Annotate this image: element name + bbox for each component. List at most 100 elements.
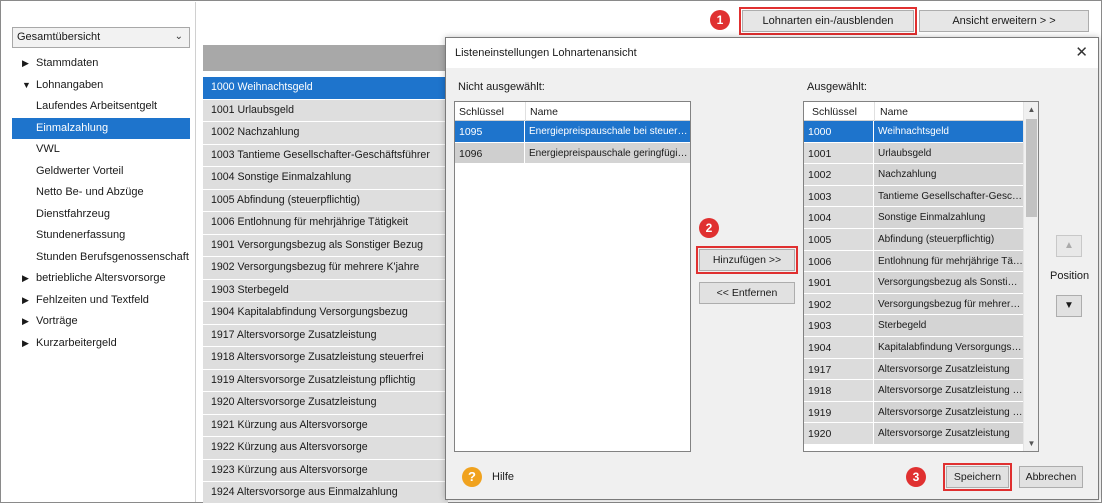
table-row[interactable]: 1903 Sterbegeld [804,315,1023,337]
list-item[interactable]: 1001 Urlaubsgeld [203,99,448,122]
help-icon[interactable]: ? [462,467,482,487]
sidebar-item[interactable]: ▶ Vorträge [12,311,190,333]
list-item[interactable]: 1919 Altersvorsorge Zusatzleistung pflic… [203,369,448,392]
table-row[interactable]: 1006 Entlohnung für mehrjährige Täti... [804,250,1023,273]
scroll-down-icon[interactable]: ▼ [1024,436,1039,451]
list-header [203,45,448,71]
expand-arrow-icon[interactable]: ▶ [22,311,29,333]
table-row[interactable]: 1920 Altersvorsorge Zusatzleistung [804,423,1023,445]
expand-arrow-icon[interactable]: ▶ [22,290,29,312]
sidebar-item[interactable]: Einmalzahlung [12,117,190,139]
move-up-button[interactable]: ▲ [1056,235,1082,257]
sidebar-item-label: Einmalzahlung [36,121,109,134]
table-row[interactable]: 1918 Altersvorsorge Zusatzleistung st... [804,380,1023,402]
list-item[interactable]: 1924 Altersvorsorge aus Einmalzahlung [203,482,448,503]
list-item[interactable]: 1920 Altersvorsorge Zusatzleistung [203,392,448,415]
sidebar-item[interactable]: ▼ Lohnangaben [12,75,190,97]
key-cell: 1002 [804,164,874,185]
remove-button[interactable]: << Entfernen [699,282,795,304]
sidebar-item[interactable]: Netto Be- und Abzüge [12,182,190,204]
sidebar-item[interactable]: VWL [12,139,190,161]
sidebar-item[interactable]: Stunden Berufsgenossenschaft [12,247,190,269]
sidebar-item[interactable]: Laufendes Arbeitsentgelt [12,96,190,118]
overview-dropdown[interactable]: Gesamtübersicht ⌄ [12,27,190,48]
sidebar: Gesamtübersicht ⌄ ▶ Stammdaten ▼ Lohnangabe… [2,2,196,502]
position-label: Position [1050,270,1090,282]
sidebar-item[interactable]: ▶ Fehlzeiten und Textfeld [12,290,190,312]
col-name-header: Name [880,106,909,118]
overview-dropdown-value: Gesamtübersicht [17,31,101,43]
table-row[interactable]: 1002 Nachzahlung [804,164,1023,186]
expand-arrow-icon[interactable]: ▶ [22,53,29,75]
not-selected-grid: Schlüssel Name 1095 Energiepreispauschale… [454,101,691,452]
sidebar-item-label: Fehlzeiten und Textfeld [36,293,149,306]
list-item[interactable]: 1003 Tantieme Gesellschafter-Geschäftsfü… [203,144,448,167]
list-item[interactable]: 1002 Nachzahlung [203,122,448,145]
selected-grid-scrollbar[interactable]: ▲ ▼ [1023,102,1038,451]
sidebar-item-label: Lohnangaben [36,78,104,91]
scroll-up-icon[interactable]: ▲ [1024,102,1039,117]
sidebar-item[interactable]: ▶ betriebliche Altersvorsorge [12,268,190,290]
table-row[interactable]: 1003 Tantieme Gesellschafter-Gesch... [804,185,1023,208]
name-cell: Urlaubsgeld [874,142,1023,164]
col-key-header: Schlüssel [459,106,504,118]
list-item[interactable]: 1902 Versorgungsbezug für mehrere K'jahr… [203,257,448,280]
sidebar-item[interactable]: ▶ Kurzarbeitergeld [12,333,190,355]
sidebar-item[interactable]: Stundenerfassung [12,225,190,247]
sidebar-item[interactable]: Dienstfahrzeug [12,204,190,226]
sidebar-item-label: Netto Be- und Abzüge [36,186,144,198]
sidebar-nav: ▶ Stammdaten ▼ Lohnangaben Laufendes Arbeits… [12,53,190,354]
list-item[interactable]: 1904 Kapitalabfindung Versorgungsbezug [203,302,448,325]
table-row[interactable]: 1904 Kapitalabfindung Versorgungsb... [804,336,1023,359]
scroll-thumb[interactable] [1026,119,1037,217]
sidebar-item[interactable]: Geldwerter Vorteil [12,161,190,183]
add-button[interactable]: Hinzufügen >> [696,246,798,274]
key-cell: 1919 [804,401,874,423]
name-cell: Tantieme Gesellschafter-Gesch... [874,185,1023,207]
table-row[interactable]: 1005 Abfindung (steuerpflichtig) [804,228,1023,251]
list-item[interactable]: 1901 Versorgungsbezug als Sonstiger Bezu… [203,234,448,257]
table-row[interactable]: 1917 Altersvorsorge Zusatzleistung [804,358,1023,381]
sidebar-item-label: Stammdaten [36,57,99,69]
step-badge-1: 1 [710,10,730,30]
table-row[interactable]: 1095 Energiepreispauschale bei steuerpf..… [455,121,690,143]
table-row[interactable]: 1001 Urlaubsgeld [804,142,1023,165]
key-cell: 1904 [804,336,874,358]
list-item[interactable]: 1923 Kürzung aus Altersvorsorge [203,459,448,482]
name-cell: Altersvorsorge Zusatzleistung [874,358,1023,380]
sidebar-item-label: Kurzarbeitergeld [36,336,117,349]
expand-arrow-icon[interactable]: ▶ [22,333,29,355]
move-down-button[interactable]: ▼ [1056,295,1082,317]
list-item[interactable]: 1903 Sterbegeld [203,279,448,302]
name-cell: Altersvorsorge Zusatzleistung [874,423,1023,444]
list-item[interactable]: 1005 Abfindung (steuerpflichtig) [203,189,448,212]
name-cell: Altersvorsorge Zusatzleistung p... [874,401,1023,423]
table-row[interactable]: 1901 Versorgungsbezug als Sonstige... [804,272,1023,294]
collapse-arrow-icon[interactable]: ▼ [22,75,31,97]
name-cell: Weihnachtsgeld [874,121,1023,142]
list-item[interactable]: 1918 Altersvorsorge Zusatzleistung steue… [203,347,448,370]
list-item[interactable]: 1006 Entlohnung für mehrjährige Tätigkei… [203,212,448,235]
sidebar-item[interactable]: ▶ Stammdaten [12,53,190,75]
dialog-title: Listeneinstellungen Lohnartenansicht [446,38,1098,68]
help-label[interactable]: Hilfe [492,471,514,483]
cancel-button[interactable]: Abbrechen [1019,466,1083,488]
close-icon[interactable]: ✕ [1075,43,1088,61]
list-item[interactable]: 1000 Weihnachtsgeld [203,77,448,100]
expand-view-button[interactable]: Ansicht erweitern > > [919,10,1089,32]
chevron-down-icon: ⌄ [174,31,183,42]
list-item[interactable]: 1917 Altersvorsorge Zusatzleistung [203,324,448,347]
save-button[interactable]: Speichern [943,463,1012,491]
sidebar-item-label: Vorträge [36,315,78,327]
table-row[interactable]: 1000 Weihnachtsgeld [804,121,1023,143]
expand-arrow-icon[interactable]: ▶ [22,268,29,290]
table-row[interactable]: 1004 Sonstige Einmalzahlung [804,207,1023,229]
list-item[interactable]: 1004 Sonstige Einmalzahlung [203,167,448,190]
key-cell: 1917 [804,358,874,380]
toggle-wage-types-button[interactable]: Lohnarten ein-/ausblenden [739,7,917,35]
table-row[interactable]: 1902 Versorgungsbezug für mehrere ... [804,293,1023,316]
list-item[interactable]: 1921 Kürzung aus Altersvorsorge [203,414,448,437]
table-row[interactable]: 1919 Altersvorsorge Zusatzleistung p... [804,401,1023,424]
table-row[interactable]: 1096 Energiepreispauschale geringfügig ..… [455,142,690,165]
list-item[interactable]: 1922 Kürzung aus Altersvorsorge [203,437,448,460]
